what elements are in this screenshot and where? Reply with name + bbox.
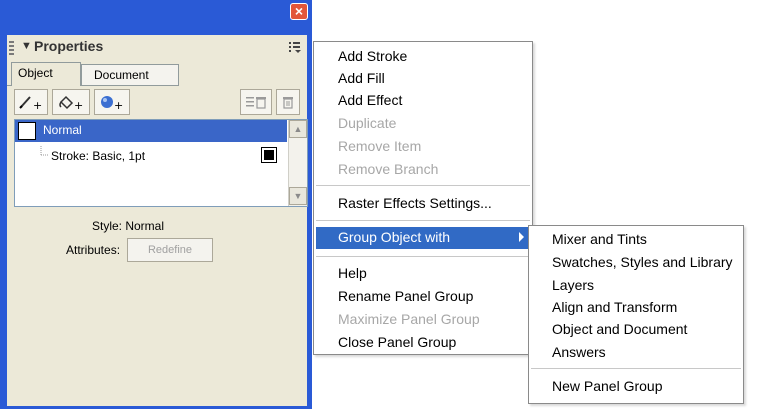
menu-item-label: Group Object with (338, 229, 451, 245)
submenu-item-align-and-transform[interactable]: Align and Transform (552, 299, 677, 315)
list-item-stroke[interactable]: Stroke: Basic, 1pt (51, 149, 145, 163)
svg-text:+: + (74, 99, 83, 110)
menu-item-help[interactable]: Help (338, 265, 367, 281)
collapse-triangle-icon[interactable]: ▼ (21, 40, 32, 52)
context-menu: Add Stroke Add Fill Add Effect Duplicate… (313, 41, 533, 355)
list-scrollbar[interactable]: ▲ ▼ (288, 120, 307, 206)
menu-item-maximize-panel-group[interactable]: Maximize Panel Group (338, 311, 480, 327)
menu-item-rename-panel-group[interactable]: Rename Panel Group (338, 288, 473, 304)
duplicate-icon (246, 97, 266, 109)
scroll-up-button[interactable]: ▲ (289, 120, 307, 138)
tab-label: Object (18, 66, 53, 80)
pencil-plus-icon: + (19, 96, 42, 110)
add-stroke-button[interactable]: + (14, 89, 48, 115)
panel-title: Properties (34, 38, 104, 54)
submenu-item-mixer-and-tints[interactable]: Mixer and Tints (552, 231, 647, 247)
add-fill-button[interactable]: + (52, 89, 90, 115)
tab-document[interactable]: Document (81, 64, 179, 86)
bucket-plus-icon: + (59, 95, 83, 110)
submenu-item-new-panel-group[interactable]: New Panel Group (552, 378, 663, 394)
menu-item-duplicate[interactable]: Duplicate (338, 115, 396, 131)
tab-object[interactable]: Object (11, 62, 81, 86)
submenu-item-layers[interactable]: Layers (552, 277, 594, 293)
list-item-normal[interactable]: Normal (15, 120, 287, 142)
menu-item-add-effect[interactable]: Add Effect (338, 92, 402, 108)
submenu-item-object-and-document[interactable]: Object and Document (552, 321, 687, 337)
close-icon: × (294, 3, 304, 19)
sphere-plus-icon: + (101, 96, 123, 110)
menu-separator (316, 185, 530, 186)
submenu-item-answers[interactable]: Answers (552, 344, 606, 360)
tab-label: Document (94, 68, 149, 82)
menu-item-close-panel-group[interactable]: Close Panel Group (338, 334, 456, 350)
svg-text:+: + (33, 99, 42, 110)
add-effect-button[interactable]: + (94, 89, 130, 115)
menu-item-remove-item[interactable]: Remove Item (338, 138, 421, 154)
delete-button[interactable] (276, 89, 300, 115)
menu-separator (531, 368, 741, 369)
panel-titlebar[interactable]: ▼ Properties (7, 35, 307, 60)
menu-separator (316, 256, 530, 257)
group-with-submenu: Mixer and Tints Swatches, Styles and Lib… (528, 225, 744, 404)
menu-separator (316, 220, 530, 221)
grip-handle-icon[interactable] (9, 41, 14, 55)
menu-item-group-object-with[interactable]: Group Object with (316, 227, 530, 249)
options-menu-icon[interactable] (288, 40, 302, 54)
scroll-down-button[interactable]: ▼ (289, 187, 307, 205)
menu-item-add-stroke[interactable]: Add Stroke (338, 48, 407, 64)
properties-toolbar: + + + (14, 89, 300, 115)
stroke-color-swatch[interactable] (261, 147, 277, 163)
duplicate-button[interactable] (240, 89, 272, 115)
menu-item-add-fill[interactable]: Add Fill (338, 70, 385, 86)
fill-swatch (18, 122, 36, 140)
panel-tabs: Object Document (7, 60, 307, 86)
menu-item-raster-effects-settings[interactable]: Raster Effects Settings... (338, 195, 492, 211)
style-text: Style: Normal (92, 219, 165, 233)
redefine-button[interactable]: Redefine (127, 238, 213, 262)
submenu-item-swatches-styles-library[interactable]: Swatches, Styles and Library (552, 254, 733, 270)
list-item-label: Normal (43, 123, 82, 137)
submenu-arrow-icon (519, 232, 524, 242)
attributes-label: Attributes: (66, 243, 121, 257)
trash-icon (283, 97, 293, 109)
svg-text:+: + (114, 99, 123, 110)
menu-item-remove-branch[interactable]: Remove Branch (338, 161, 438, 177)
tree-connector-icon (40, 146, 49, 156)
attributes-list[interactable]: Normal Stroke: Basic, 1pt ▲ ▼ (14, 119, 308, 207)
window-close-button[interactable]: × (290, 3, 308, 20)
